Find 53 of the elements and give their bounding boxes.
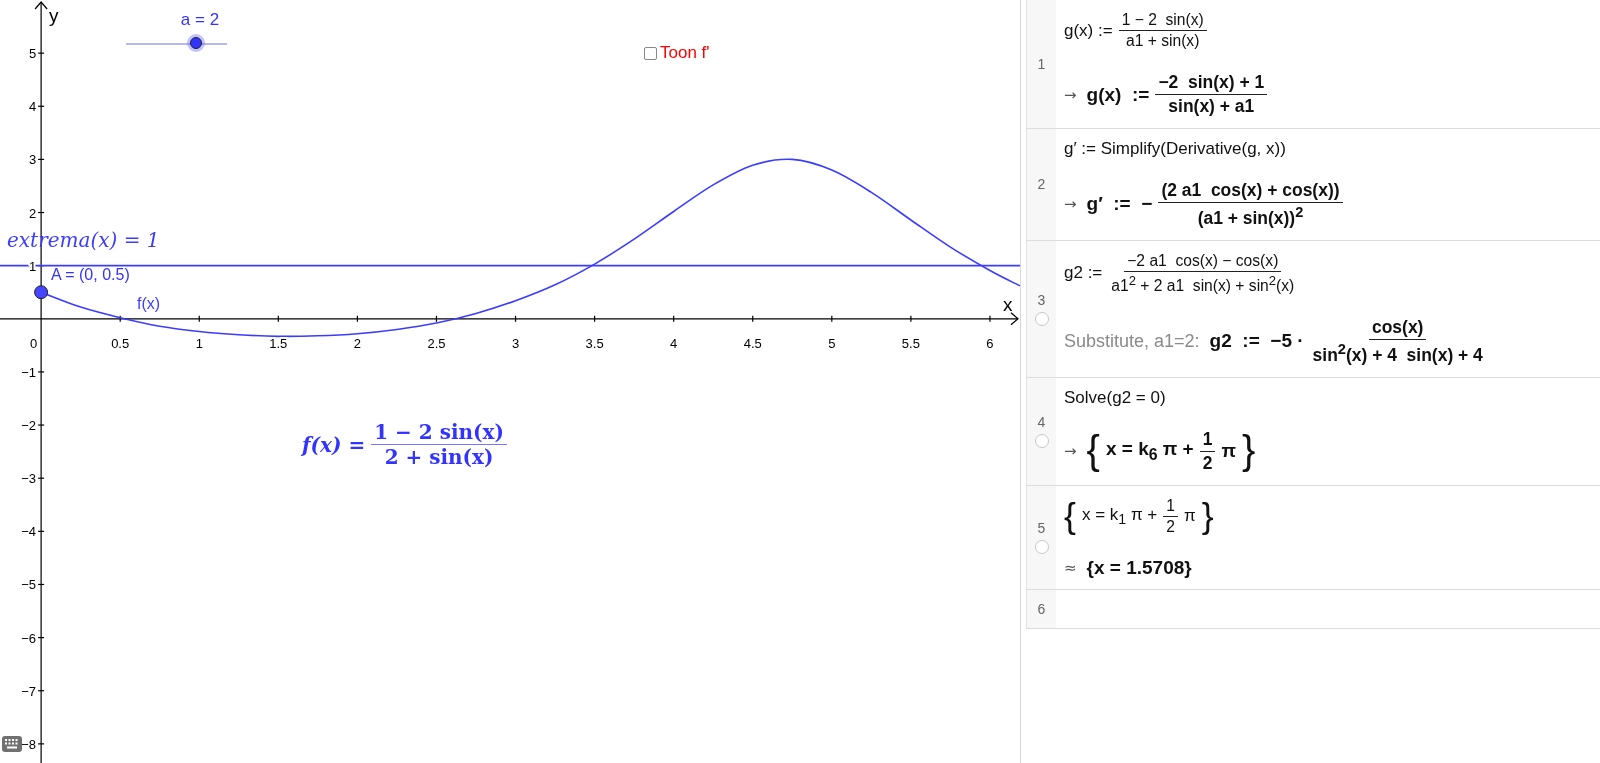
tick-label: 2 [353,335,361,351]
tick-label: 5 [828,335,836,351]
cas-input[interactable]: g2 := −2 a1 cos(x) − cos(x) a1$^{2}$ + 2 a1 sin(x) + sin$^{2}$(x) [1064,250,1298,297]
tick-label: −2 [21,418,37,434]
tick-label: 1.5 [269,335,288,351]
row-number: 1 [1037,56,1046,72]
tick-label: 5 [28,46,37,62]
keyboard-icon[interactable] [2,736,22,752]
tick-label: 1 [195,335,203,351]
tick-label: 3 [511,335,520,351]
tick-label: −4 [21,524,37,540]
tick-label: 4.5 [743,335,762,351]
output-label: Substitute, a1=2: [1064,330,1200,352]
tick-label: 4 [670,335,678,351]
axis-label: x [1003,293,1013,315]
point-label: A = (0, 0.5) [51,266,130,283]
visibility-toggle[interactable] [1034,434,1049,449]
tick-label: 2.5 [427,335,446,351]
row-number: 5 [1037,520,1046,537]
tick-label: −3 [21,471,37,487]
slider-label: a = 2 [179,10,221,30]
slider-thumb[interactable] [189,37,202,49]
tick-label: 2 [28,205,37,221]
cas-input[interactable]: g′ := Simplify(Derivative(g, x)) [1064,139,1286,159]
cas-output: {x = 1.5708} [1086,556,1192,579]
row-number: 6 [1037,600,1046,617]
row-number: 4 [1037,414,1046,431]
tick-label: −7 [21,683,37,699]
row-number: 2 [1037,176,1046,193]
point-marker[interactable] [34,285,49,300]
visibility-toggle[interactable] [1034,311,1049,326]
tick-label: 4 [28,99,37,115]
row-number: 3 [1037,291,1046,308]
tick-label: 3.5 [585,335,604,351]
tick-label: 0 [29,335,38,351]
output-symbol: ≈ [1064,558,1077,577]
cas-output: g2 := −5 · cos(x) sin$^{2}$(x) + 4 sin(x) + 4 [1209,316,1484,367]
tick-label: −6 [21,630,37,646]
tick-label: −1 [21,364,37,380]
output-symbol: → [1064,195,1077,214]
tick-label: −8 [21,736,37,752]
curve-label: f(x) [137,295,161,312]
output-symbol: → [1064,85,1077,104]
cas-input[interactable]: Solve(g2 = 0) [1064,387,1166,408]
tick-label: 0.5 [111,335,130,351]
checkbox[interactable]: Toon f' [644,43,710,63]
axis-label: y [49,5,59,26]
tick-label: 5.5 [901,335,920,351]
tick-label: −5 [21,577,37,593]
visibility-toggle[interactable] [1034,540,1049,555]
tick-label: 6 [986,335,994,351]
output-symbol: → [1064,442,1077,461]
tick-label: 3 [28,152,37,168]
